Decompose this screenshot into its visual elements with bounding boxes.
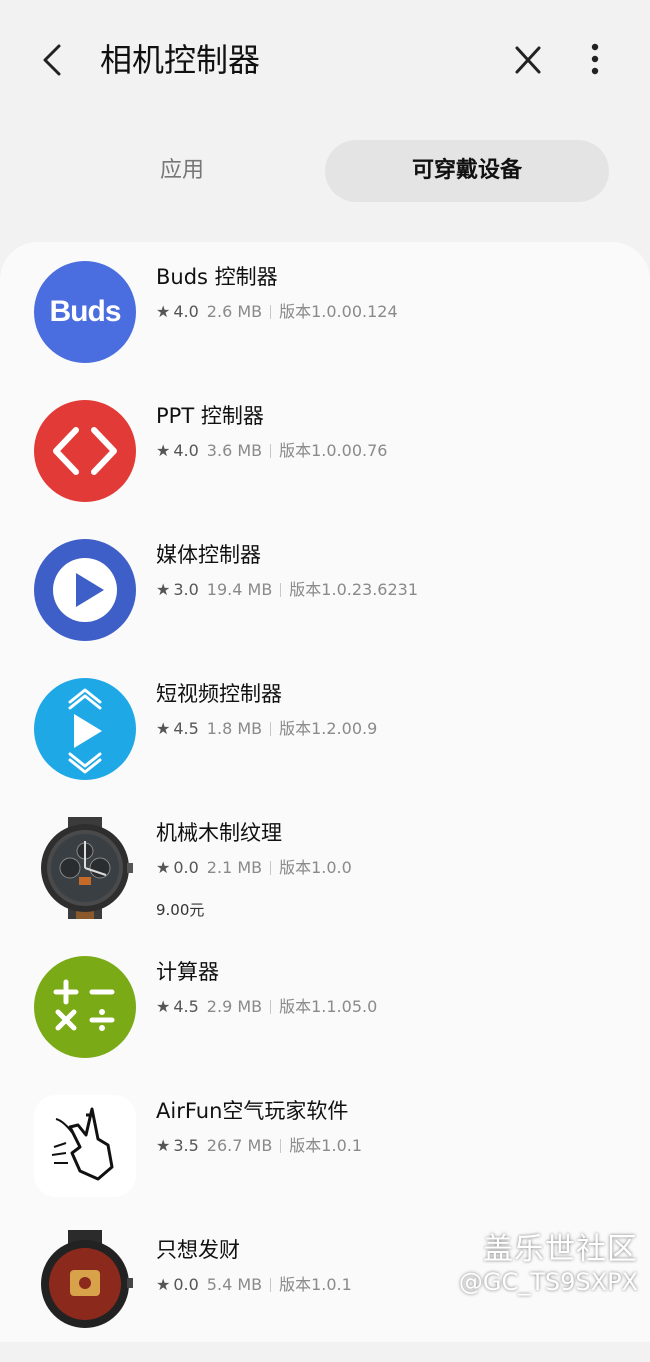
back-icon[interactable] — [32, 38, 76, 82]
app-rating: 3.0 — [173, 580, 199, 599]
app-meta: ★ 4.5 1.8 MB 版本1.2.00.9 — [156, 718, 377, 740]
list-item[interactable]: 媒体控制器 ★ 3.0 19.4 MB 版本1.0.23.6231 — [0, 539, 650, 667]
watch-face-icon — [34, 1230, 136, 1332]
app-size: 3.6 MB — [206, 441, 263, 460]
short-video-icon — [34, 678, 136, 780]
app-name: 媒体控制器 — [156, 543, 261, 567]
star-icon: ★ — [156, 1275, 171, 1294]
divider — [270, 861, 272, 875]
list-item[interactable]: 只想发财 ★ 0.0 5.4 MB 版本1.0.1 — [0, 1230, 650, 1362]
app-name: 只想发财 — [156, 1238, 240, 1262]
app-rating: 0.0 — [173, 858, 199, 877]
app-rating: 4.5 — [173, 997, 199, 1016]
page-title: 相机控制器 — [100, 41, 261, 79]
code-brackets-icon — [34, 400, 136, 502]
list-item[interactable]: PPT 控制器 ★ 4.0 3.6 MB 版本1.0.00.76 — [0, 400, 650, 528]
divider — [270, 444, 272, 458]
app-list: Buds Buds 控制器 ★ 4.0 2.6 MB 版本1.0.00.124 … — [0, 242, 650, 1342]
app-rating: 4.0 — [173, 302, 199, 321]
app-size: 19.4 MB — [206, 580, 273, 599]
divider — [270, 305, 272, 319]
star-icon: ★ — [156, 441, 171, 460]
app-name: 机械木制纹理 — [156, 821, 282, 845]
divider — [280, 1139, 282, 1153]
app-size: 1.8 MB — [206, 719, 263, 738]
star-icon: ★ — [156, 719, 171, 738]
app-meta: ★ 3.5 26.7 MB 版本1.0.1 — [156, 1135, 362, 1157]
app-rating: 0.0 — [173, 1275, 199, 1294]
app-name: 计算器 — [156, 960, 219, 984]
app-rating: 3.5 — [173, 1136, 199, 1155]
app-name: PPT 控制器 — [156, 404, 264, 428]
app-meta: ★ 0.0 5.4 MB 版本1.0.1 — [156, 1274, 352, 1296]
app-name: 短视频控制器 — [156, 682, 282, 706]
divider — [270, 1000, 272, 1014]
app-meta: ★ 3.0 19.4 MB 版本1.0.23.6231 — [156, 579, 418, 601]
app-meta: ★ 4.0 2.6 MB 版本1.0.00.124 — [156, 301, 398, 323]
hand-gesture-icon — [34, 1095, 136, 1197]
app-price: 9.00元 — [156, 901, 205, 919]
app-version: 版本1.0.0 — [279, 858, 352, 877]
app-version: 版本1.0.1 — [279, 1275, 352, 1294]
app-size: 5.4 MB — [206, 1275, 263, 1294]
app-rating: 4.5 — [173, 719, 199, 738]
app-version: 版本1.0.1 — [289, 1136, 363, 1155]
app-meta: ★ 0.0 2.1 MB 版本1.0.0 — [156, 857, 352, 879]
app-version: 版本1.0.00.124 — [279, 302, 398, 321]
app-meta: ★ 4.5 2.9 MB 版本1.1.05.0 — [156, 996, 377, 1018]
star-icon: ★ — [156, 302, 171, 321]
divider — [270, 1278, 272, 1292]
app-version: 版本1.0.00.76 — [279, 441, 388, 460]
list-item[interactable]: 计算器 ★ 4.5 2.9 MB 版本1.1.05.0 — [0, 956, 650, 1084]
list-item[interactable]: AirFun空气玩家软件 ★ 3.5 26.7 MB 版本1.0.1 — [0, 1095, 650, 1223]
tab-wearables[interactable]: 可穿戴设备 — [325, 140, 609, 202]
app-size: 2.6 MB — [206, 302, 263, 321]
app-name: AirFun空气玩家软件 — [156, 1099, 349, 1123]
star-icon: ★ — [156, 997, 171, 1016]
app-version: 版本1.0.23.6231 — [289, 580, 418, 599]
more-options-icon[interactable] — [578, 38, 612, 82]
star-icon: ★ — [156, 580, 171, 599]
star-icon: ★ — [156, 1136, 171, 1155]
buds-logo-icon: Buds — [34, 261, 136, 363]
app-meta: ★ 4.0 3.6 MB 版本1.0.00.76 — [156, 440, 387, 462]
top-app-bar: 相机控制器 — [0, 0, 650, 120]
calculator-icon — [34, 956, 136, 1058]
tab-apps[interactable]: 应用 — [40, 140, 324, 202]
buds-logo-text: Buds — [49, 295, 122, 328]
app-version: 版本1.1.05.0 — [279, 997, 378, 1016]
watch-face-icon — [34, 817, 136, 919]
list-item[interactable]: 短视频控制器 ★ 4.5 1.8 MB 版本1.2.00.9 — [0, 678, 650, 806]
star-icon: ★ — [156, 858, 171, 877]
app-size: 2.9 MB — [206, 997, 263, 1016]
app-rating: 4.0 — [173, 441, 199, 460]
divider — [270, 722, 272, 736]
divider — [280, 583, 282, 597]
app-size: 26.7 MB — [206, 1136, 273, 1155]
app-version: 版本1.2.00.9 — [279, 719, 378, 738]
list-item[interactable]: 机械木制纹理 ★ 0.0 2.1 MB 版本1.0.0 9.00元 — [0, 817, 650, 945]
app-size: 2.1 MB — [206, 858, 263, 877]
close-icon[interactable] — [506, 38, 550, 82]
tab-bar: 应用 可穿戴设备 — [0, 140, 650, 202]
play-circle-icon — [34, 539, 136, 641]
app-name: Buds 控制器 — [156, 265, 278, 289]
list-item[interactable]: Buds Buds 控制器 ★ 4.0 2.6 MB 版本1.0.00.124 — [0, 261, 650, 389]
